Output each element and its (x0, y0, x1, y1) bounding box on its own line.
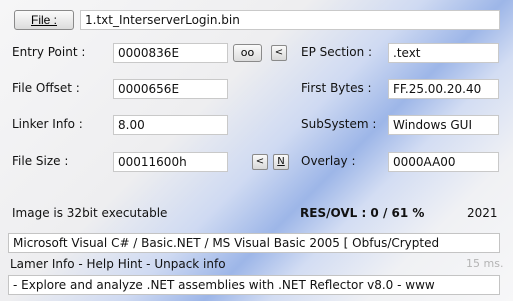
subsystem-field: Windows GUI (388, 115, 499, 135)
year-text: 2021 (467, 206, 498, 220)
detection-bar: Microsoft Visual C# / Basic.NET / MS Vis… (8, 233, 500, 253)
file-offset-label: File Offset : (12, 81, 80, 95)
linker-info-field: 8.00 (113, 115, 228, 135)
overlay-field: 0000AA00 (388, 152, 499, 172)
file-button[interactable]: File : (14, 10, 74, 30)
size-n-button[interactable]: N (273, 154, 289, 170)
entry-point-label: Entry Point : (12, 45, 86, 59)
ep-section-label: EP Section : (301, 45, 373, 59)
subsystem-label: SubSystem : (301, 117, 377, 131)
entry-point-field: 0000836E (113, 43, 228, 63)
overlay-label: Overlay : (301, 154, 356, 168)
ep-section-field: .text (388, 43, 499, 63)
ep-arrow-button[interactable]: < (271, 45, 287, 61)
file-button-label: File : (30, 12, 57, 27)
timing-text: 15 ms. (466, 257, 504, 270)
hint-bar: - Explore and analyze .NET assemblies wi… (8, 275, 500, 295)
res-ovl-text: RES/OVL : 0 / 61 % (300, 206, 425, 220)
size-arrow-button[interactable]: < (252, 154, 268, 170)
file-size-label: File Size : (12, 154, 69, 168)
oo-button[interactable]: oo (233, 44, 262, 62)
image-info-text: Image is 32bit executable (12, 206, 168, 220)
file-name-field: 1.txt_InterserverLogin.bin (80, 10, 500, 30)
file-size-field: 00011600h (113, 152, 228, 172)
file-offset-field: 0000656E (113, 79, 228, 99)
first-bytes-field: FF.25.00.20.40 (388, 79, 499, 99)
lamer-info-link[interactable]: Lamer Info - Help Hint - Unpack info (10, 256, 226, 272)
first-bytes-label: First Bytes : (301, 81, 372, 95)
linker-info-label: Linker Info : (12, 117, 83, 131)
